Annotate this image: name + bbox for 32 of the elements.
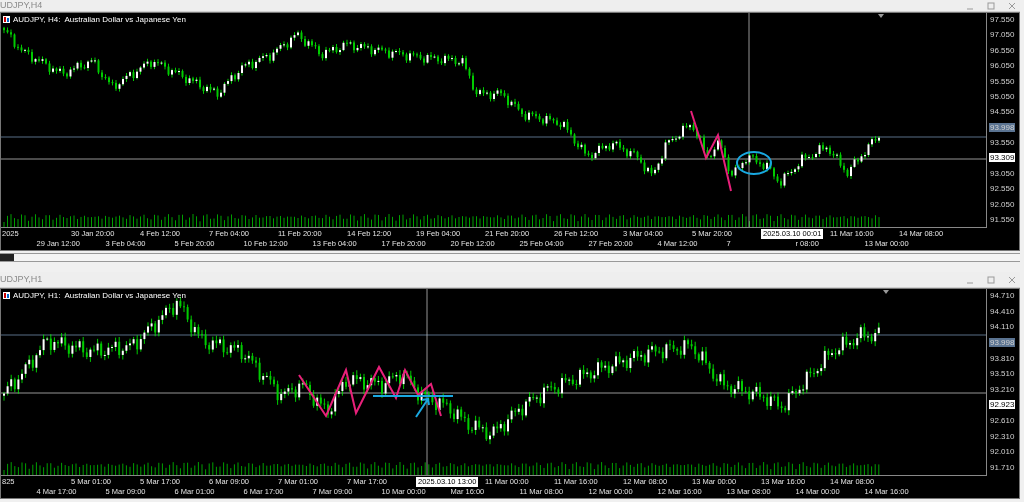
price-label: 92.310 <box>989 431 1016 441</box>
price-label: 97.050 <box>989 30 1016 40</box>
price-label: 94.110 <box>989 322 1015 332</box>
price-label: 92.923 <box>989 400 1016 410</box>
price-label: 95.550 <box>989 76 1016 86</box>
price-label: 95.050 <box>989 91 1016 101</box>
price-label: 93.309 <box>989 153 1016 163</box>
price-label: 93.210 <box>989 384 1016 394</box>
price-label: 94.410 <box>989 306 1016 316</box>
price-label: 97.550 <box>989 15 1016 24</box>
chart-plot[interactable]: AUDJPY, H1: Australian Dollar vs Japanese Yen <box>1 289 987 476</box>
price-label: 92.610 <box>989 416 1016 425</box>
price-label: 94.550 <box>989 107 1016 117</box>
chart-plot[interactable]: AUDJPY, H4: Australian Dollar vs Japanese Yen <box>1 13 987 228</box>
window-title: UDJPY,H1 <box>0 275 43 284</box>
price-label: 92.010 <box>989 447 1016 457</box>
price-label: 92.050 <box>989 199 1016 209</box>
price-label: 91.550 <box>989 214 1016 224</box>
price-label: 93.998 <box>989 122 1016 132</box>
chart-label: AUDJPY, H4: Australian Dollar vs Japanese Yen <box>13 15 186 24</box>
price-label: 93.998 <box>989 337 1016 347</box>
price-label: 93.810 <box>989 353 1016 363</box>
price-label: 96.550 <box>989 45 1016 55</box>
price-label: 93.510 <box>989 369 1016 379</box>
chart-label: AUDJPY, H1: Australian Dollar vs Japanese Yen <box>13 291 186 300</box>
window-title: UDJPY,H4 <box>0 1 43 10</box>
price-label: 91.710 <box>989 462 1016 472</box>
price-label: 96.050 <box>989 61 1016 71</box>
price-label: 93.550 <box>989 138 1016 147</box>
price-label: 92.550 <box>989 184 1016 194</box>
price-label: 93.050 <box>989 168 1016 178</box>
price-label: 94.710 <box>989 291 1016 300</box>
